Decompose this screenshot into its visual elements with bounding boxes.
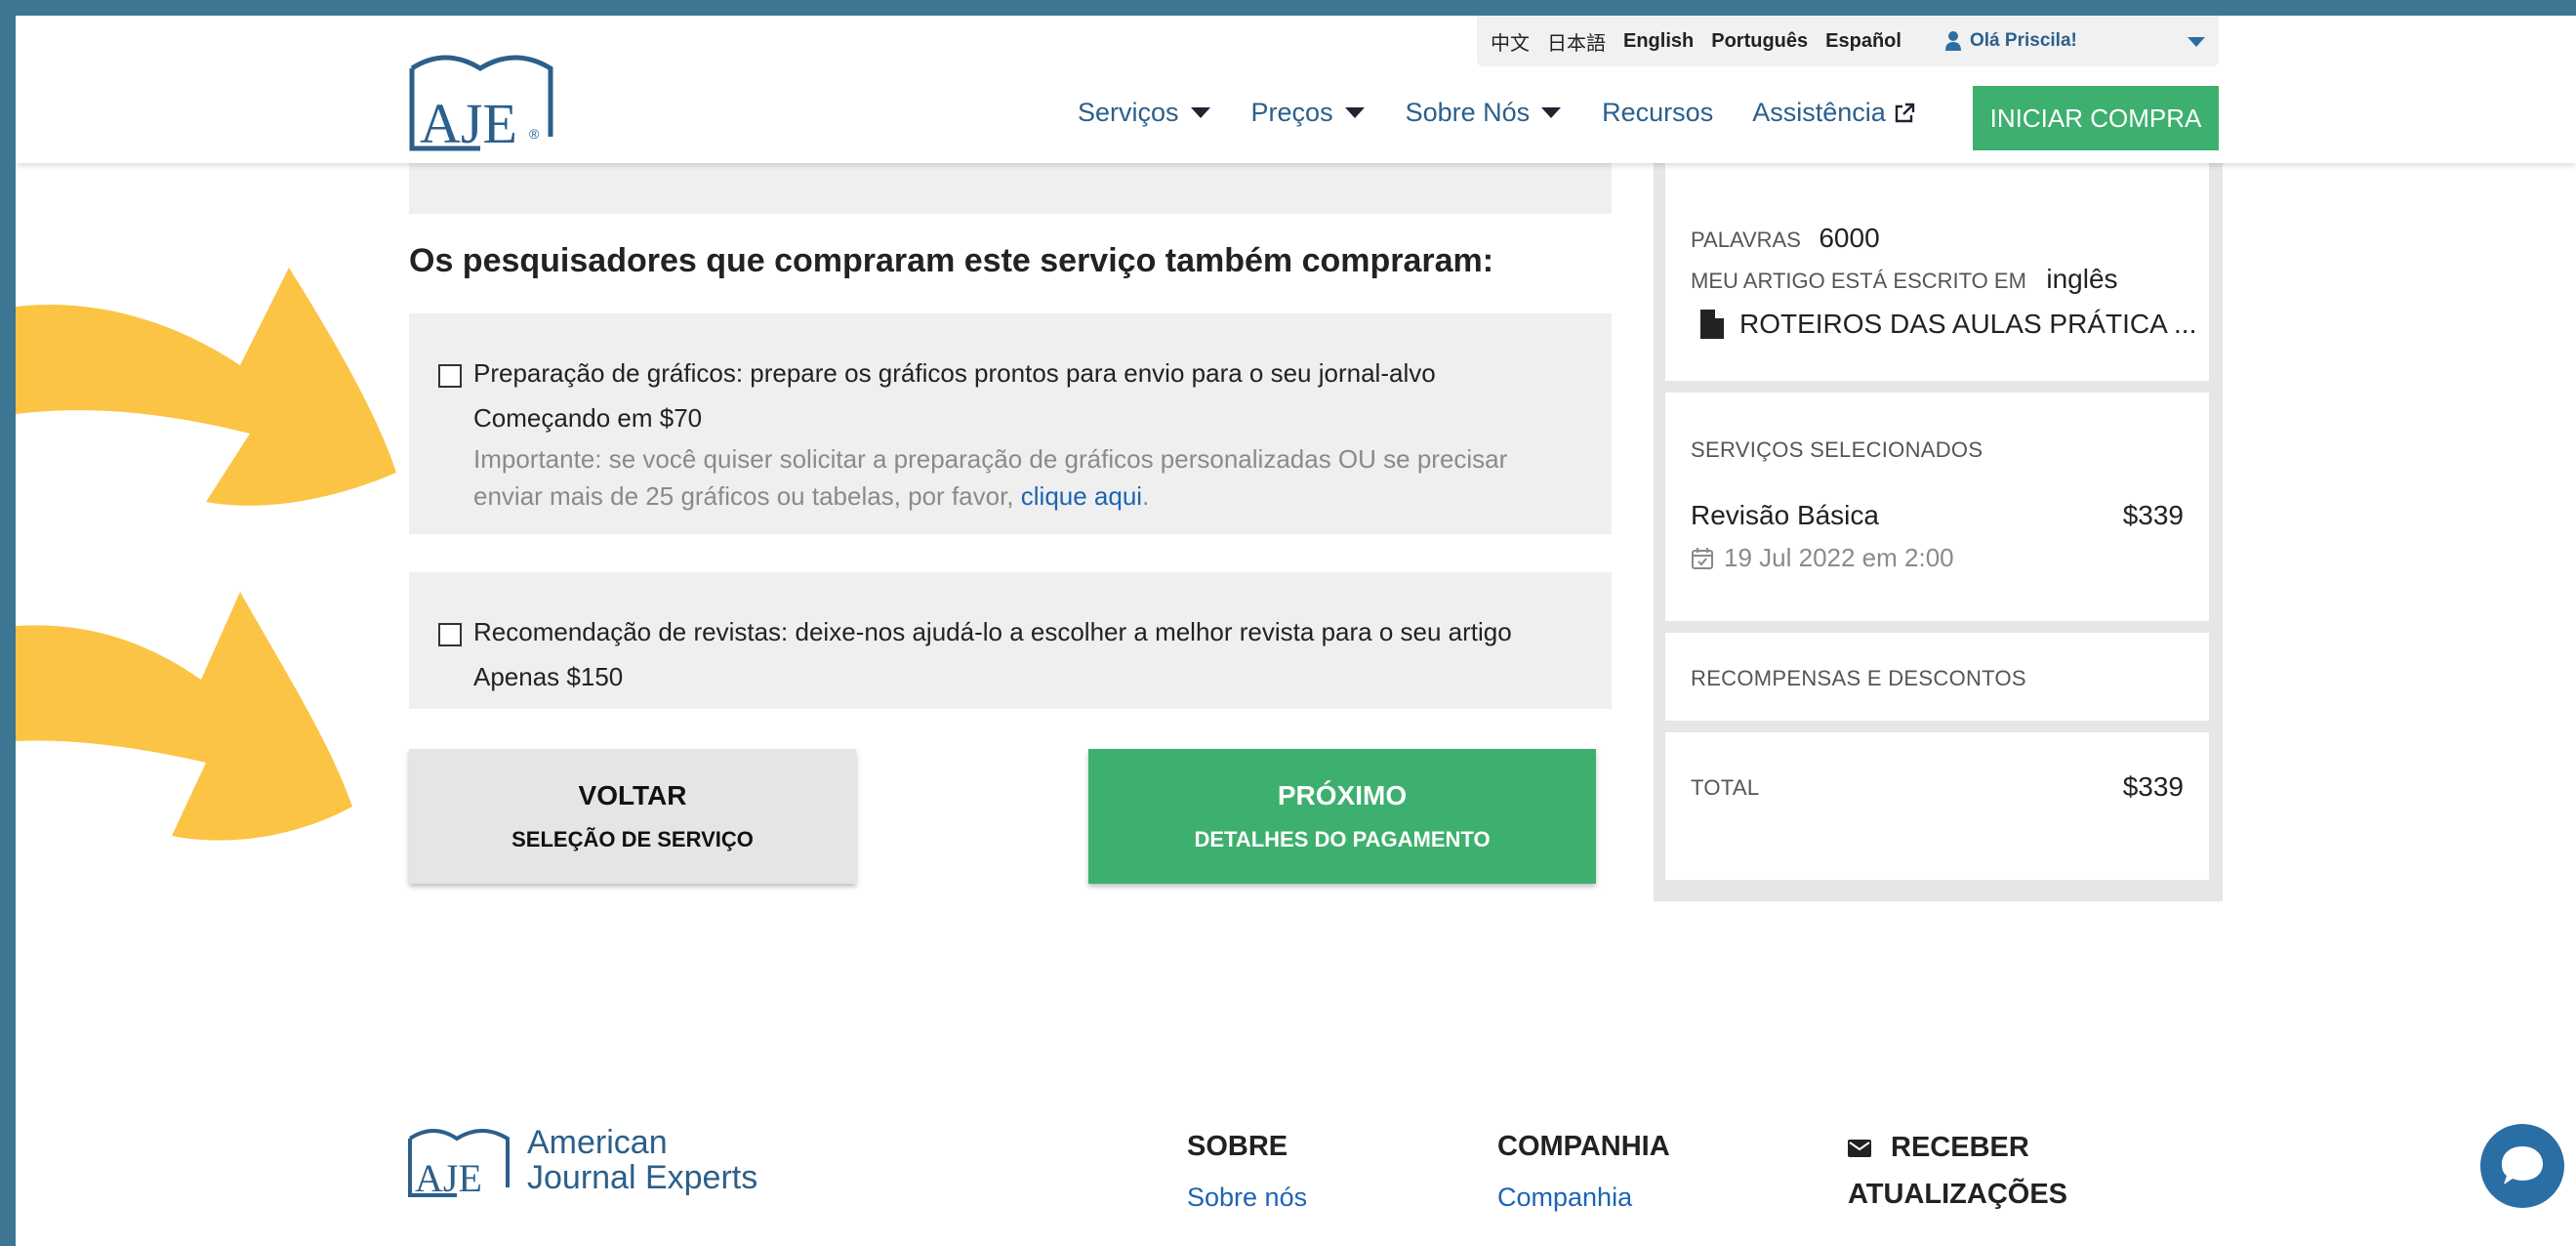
note-text: Importante: se você quiser solicitar a p… bbox=[473, 444, 1508, 511]
nav-about-label: Sobre Nós bbox=[1405, 98, 1531, 127]
lang-chinese[interactable]: 中文 bbox=[1491, 27, 1530, 56]
language-value: inglês bbox=[2046, 264, 2118, 294]
rewards-title: RECOMPENSAS E DESCONTOS bbox=[1691, 666, 2026, 690]
figure-preparation-title: Preparação de gráficos: prepare os gráfi… bbox=[473, 358, 1436, 388]
site-header: AJE ® 中文 日本語 English Português Español O… bbox=[16, 16, 2576, 163]
service-name: Revisão Básica bbox=[1691, 500, 1879, 530]
footer-about-link[interactable]: Sobre nós bbox=[1187, 1183, 1307, 1213]
nav-support[interactable]: Assistência bbox=[1752, 98, 1915, 128]
brand-line1: American bbox=[527, 1124, 668, 1161]
footer-about-title: SOBRE bbox=[1187, 1131, 1288, 1162]
order-summary: PALAVRAS 6000 MEU ARTIGO ESTÁ ESCRITO EM… bbox=[1654, 162, 2223, 901]
nav-support-label: Assistência bbox=[1752, 98, 1886, 127]
start-purchase-button[interactable]: INICIAR COMPRA bbox=[1973, 86, 2219, 150]
language-label: MEU ARTIGO ESTÁ ESCRITO EM bbox=[1691, 269, 2026, 293]
page-frame: AJE ® 中文 日本語 English Português Español O… bbox=[16, 16, 2576, 1246]
svg-text:AJE: AJE bbox=[420, 92, 517, 155]
main-nav: Serviços Preços Sobre Nós Recursos Assis… bbox=[1078, 98, 1954, 166]
rewards-card[interactable]: RECOMPENSAS E DESCONTOS bbox=[1665, 633, 2209, 721]
footer-brand-name: American Journal Experts bbox=[527, 1125, 757, 1195]
back-button-label: VOLTAR bbox=[578, 780, 687, 810]
service-date: 19 Jul 2022 em 2:00 bbox=[1724, 543, 1954, 572]
words-label: PALAVRAS bbox=[1691, 228, 1801, 252]
figure-preparation-checkbox[interactable] bbox=[438, 364, 462, 388]
words-row: PALAVRAS 6000 bbox=[1691, 223, 1880, 254]
svg-text:®: ® bbox=[529, 126, 540, 142]
caret-down-icon bbox=[2188, 37, 2205, 47]
nav-services[interactable]: Serviços bbox=[1078, 98, 1210, 128]
lang-japanese[interactable]: 日本語 bbox=[1547, 27, 1606, 56]
article-info-card: PALAVRAS 6000 MEU ARTIGO ESTÁ ESCRITO EM… bbox=[1665, 162, 2209, 381]
envelope-icon bbox=[1848, 1139, 1871, 1157]
svg-text:AJE: AJE bbox=[415, 1156, 482, 1200]
caret-down-icon bbox=[1190, 107, 1210, 118]
back-button[interactable]: VOLTAR SELEÇÃO DE SERVIÇO bbox=[409, 749, 856, 884]
aje-small-logo: AJE bbox=[408, 1129, 510, 1200]
service-date-row: 19 Jul 2022 em 2:00 bbox=[1691, 543, 1954, 573]
file-row: ROTEIROS DAS AULAS PRÁTICA ... bbox=[1700, 309, 2196, 340]
total-card: TOTAL $339 bbox=[1665, 732, 2209, 880]
brand-line2: Journal Experts bbox=[527, 1159, 758, 1196]
caret-down-icon bbox=[1344, 107, 1365, 118]
caret-down-icon bbox=[1541, 107, 1562, 118]
selected-services-card: SERVIÇOS SELECIONADOS Revisão Básica $33… bbox=[1665, 393, 2209, 621]
chat-icon bbox=[2502, 1146, 2543, 1184]
next-button[interactable]: PRÓXIMO DETALHES DO PAGAMENTO bbox=[1088, 749, 1596, 884]
nav-resources[interactable]: Recursos bbox=[1602, 98, 1713, 128]
total-label: TOTAL bbox=[1691, 775, 1760, 800]
service-price: $339 bbox=[2122, 500, 2184, 530]
file-name: ROTEIROS DAS AULAS PRÁTICA ... bbox=[1739, 309, 2197, 339]
note-end: . bbox=[1142, 481, 1150, 511]
user-menu[interactable]: Olá Priscila! bbox=[1931, 16, 2219, 66]
journal-recommendation-title: Recomendação de revistas: deixe-nos ajud… bbox=[473, 617, 1512, 646]
next-button-sublabel: DETALHES DO PAGAMENTO bbox=[1194, 827, 1491, 851]
next-button-label: PRÓXIMO bbox=[1277, 780, 1408, 810]
services-title: SERVIÇOS SELECIONADOS bbox=[1691, 437, 1983, 462]
nav-prices[interactable]: Preços bbox=[1251, 98, 1365, 128]
updates-title-line1: RECEBER bbox=[1891, 1132, 2029, 1163]
nav-about[interactable]: Sobre Nós bbox=[1406, 98, 1562, 128]
document-icon bbox=[1700, 310, 1724, 339]
addon-journal-recommendation: Recomendação de revistas: deixe-nos ajud… bbox=[409, 572, 1612, 709]
journal-recommendation-checkbox[interactable] bbox=[438, 623, 462, 646]
language-row: MEU ARTIGO ESTÁ ESCRITO EM inglês bbox=[1691, 264, 2118, 295]
words-value: 6000 bbox=[1819, 223, 1880, 253]
nav-prices-label: Preços bbox=[1250, 98, 1333, 127]
addon-figure-preparation: Preparação de gráficos: prepare os gráfi… bbox=[409, 313, 1612, 534]
lang-spanish[interactable]: Español bbox=[1825, 30, 1901, 53]
nav-resources-label: Recursos bbox=[1602, 98, 1714, 127]
footer-updates-title-line2: ATUALIZAÇÕES bbox=[1848, 1179, 2068, 1210]
click-here-link[interactable]: clique aqui bbox=[1021, 481, 1142, 511]
figure-preparation-note: Importante: se você quiser solicitar a p… bbox=[473, 440, 1576, 515]
footer-updates-title: RECEBER bbox=[1848, 1132, 2029, 1164]
external-link-icon bbox=[1895, 103, 1914, 122]
figure-preparation-price: Começando em $70 bbox=[473, 403, 703, 433]
user-icon bbox=[1945, 31, 1961, 51]
nav-services-label: Serviços bbox=[1078, 98, 1179, 127]
footer-company-title: COMPANHIA bbox=[1497, 1131, 1670, 1162]
footer-logo[interactable]: AJE American Journal Experts bbox=[406, 1119, 757, 1201]
calendar-icon bbox=[1692, 547, 1713, 569]
arrow-decoration bbox=[16, 268, 396, 506]
chat-button[interactable] bbox=[2480, 1124, 2564, 1208]
lang-english[interactable]: English bbox=[1623, 30, 1694, 53]
user-greeting: Olá Priscila! bbox=[1970, 30, 2077, 51]
lang-portuguese[interactable]: Português bbox=[1711, 30, 1808, 53]
arrow-decoration bbox=[16, 592, 352, 841]
section-heading: Os pesquisadores que compraram este serv… bbox=[409, 242, 1494, 279]
back-button-sublabel: SELEÇÃO DE SERVIÇO bbox=[511, 827, 754, 851]
previous-section-strip bbox=[409, 162, 1612, 214]
aje-logo[interactable]: AJE ® bbox=[406, 39, 562, 156]
footer-company-link[interactable]: Companhia bbox=[1497, 1183, 1632, 1213]
journal-recommendation-price: Apenas $150 bbox=[473, 662, 624, 691]
total-value: $339 bbox=[2122, 771, 2184, 802]
